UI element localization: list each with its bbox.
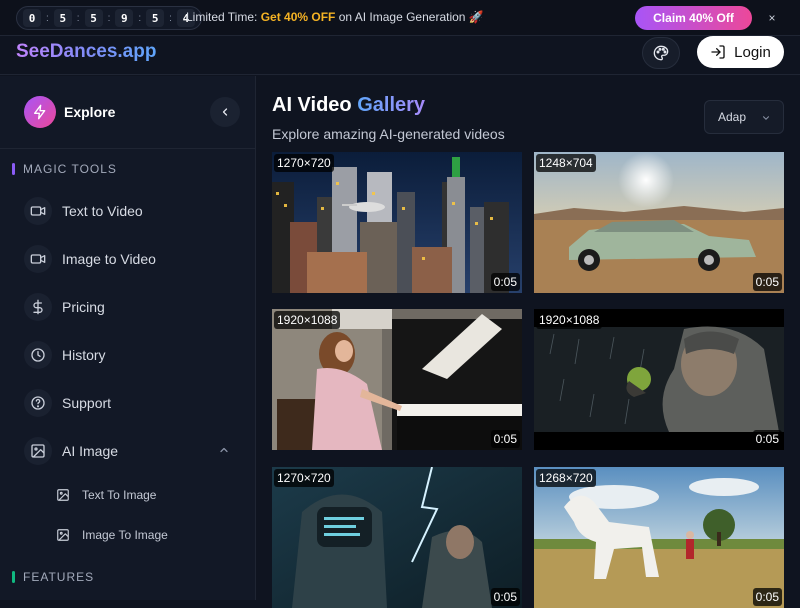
sidebar-subitem-label: Text To Image xyxy=(82,488,157,502)
resolution-badge: 1270×720 xyxy=(274,154,334,172)
promo-message: Limited Time: Get 40% OFF on AI Image Ge… xyxy=(186,10,484,24)
sidebar-divider xyxy=(0,148,256,149)
countdown-digit: 0 xyxy=(23,9,41,27)
sidebar-subitem-image-to-image[interactable]: Image To Image xyxy=(56,521,240,549)
sidebar-item-label: Support xyxy=(62,395,112,411)
duration-badge: 0:05 xyxy=(490,588,520,606)
explore-label: Explore xyxy=(64,104,116,120)
video-camera-icon xyxy=(24,245,52,273)
main-content: AI Video Gallery Explore amazing AI-gene… xyxy=(257,76,800,608)
sidebar-item-pricing[interactable]: Pricing xyxy=(24,289,240,325)
section-features: FEATURES xyxy=(12,570,94,584)
video-thumbnail xyxy=(534,467,784,608)
title-plain: AI Video xyxy=(272,94,358,116)
claim-offer-button[interactable]: Claim 40% Off xyxy=(635,6,752,30)
duration-badge: 0:05 xyxy=(752,588,782,606)
duration-badge: 0:05 xyxy=(490,430,520,448)
chevron-down-icon xyxy=(762,116,770,120)
sidebar-item-label: Text to Video xyxy=(62,203,143,219)
image-icon xyxy=(24,437,52,465)
duration-badge: 0:05 xyxy=(752,273,782,291)
countdown-separator: : xyxy=(107,12,111,24)
sidebar-item-support[interactable]: Support xyxy=(24,385,240,421)
section-accent-bar xyxy=(12,571,15,583)
login-icon xyxy=(711,45,725,59)
duration-badge: 0:05 xyxy=(490,273,520,291)
top-header: SeeDances.app Login xyxy=(0,36,800,75)
countdown-digit: 5 xyxy=(53,9,72,27)
chevron-up-icon xyxy=(220,447,228,453)
video-card[interactable]: 1920×1088 0:05 xyxy=(534,309,784,450)
login-label: Login xyxy=(734,43,771,61)
countdown-separator: : xyxy=(76,12,80,24)
countdown-timer: 0 : 5 : 5 : 9 : 5 : 4 xyxy=(16,6,202,30)
countdown-digit: 5 xyxy=(146,9,165,27)
sidebar-item-text-to-video[interactable]: Text to Video xyxy=(24,193,240,229)
video-thumbnail xyxy=(534,309,784,450)
sidebar-item-explore[interactable]: Explore xyxy=(24,96,115,128)
title-accent: Gallery xyxy=(357,94,426,116)
video-thumbnail xyxy=(534,152,784,293)
video-thumbnail xyxy=(272,152,522,293)
aspect-filter-select[interactable]: Adap xyxy=(704,100,784,134)
duration-badge: 0:05 xyxy=(752,430,782,448)
video-card[interactable]: 1270×720 0:05 xyxy=(272,152,522,293)
sidebar-item-label: AI Image xyxy=(62,443,119,459)
sidebar-item-image-to-video[interactable]: Image to Video xyxy=(24,241,240,277)
sidebar-item-label: Pricing xyxy=(62,299,105,315)
site-logo[interactable]: SeeDances.app xyxy=(16,41,156,63)
countdown-separator: : xyxy=(46,12,49,24)
countdown-separator: : xyxy=(169,12,172,24)
login-button[interactable]: Login xyxy=(697,36,784,68)
select-value: Adap xyxy=(718,110,747,124)
promo-highlight: Get 40% OFF xyxy=(260,10,336,24)
resolution-badge: 1920×1088 xyxy=(536,311,603,329)
video-card[interactable]: 1268×720 0:05 xyxy=(534,467,784,608)
section-magic-tools: MAGIC TOOLS xyxy=(12,162,117,176)
dollar-icon xyxy=(24,293,52,321)
countdown-digit: 9 xyxy=(115,9,134,27)
section-accent-bar xyxy=(12,163,15,175)
video-card[interactable]: 1248×704 0:05 xyxy=(534,152,784,293)
section-label: MAGIC TOOLS xyxy=(23,162,117,176)
resolution-badge: 1270×720 xyxy=(274,469,334,487)
video-camera-icon xyxy=(24,197,52,225)
video-thumbnail xyxy=(272,467,522,608)
video-card[interactable]: 1920×1088 0:05 xyxy=(272,309,522,450)
clock-icon xyxy=(24,341,52,369)
promo-prefix: Limited Time: xyxy=(186,10,261,24)
lightning-icon xyxy=(24,96,56,128)
resolution-badge: 1268×720 xyxy=(536,469,596,487)
palette-icon xyxy=(653,45,669,61)
image-icon xyxy=(57,529,69,541)
countdown-separator: : xyxy=(138,12,142,24)
resolution-badge: 1920×1088 xyxy=(274,311,341,329)
sidebar-subitem-text-to-image[interactable]: Text To Image xyxy=(56,481,240,509)
video-card[interactable]: 1270×720 0:05 xyxy=(272,467,522,608)
theme-palette-button[interactable] xyxy=(642,37,680,69)
page-subtitle: Explore amazing AI-generated videos xyxy=(272,126,505,142)
countdown-digit: 5 xyxy=(84,9,103,27)
sidebar-item-label: Image to Video xyxy=(62,251,156,267)
promo-suffix: on AI Image Generation 🚀 xyxy=(335,10,484,24)
video-thumbnail xyxy=(272,309,522,450)
image-icon xyxy=(57,489,69,501)
sidebar-subitem-label: Image To Image xyxy=(82,528,168,542)
help-circle-icon xyxy=(24,389,52,417)
sidebar: Explore MAGIC TOOLS Text to Video Image … xyxy=(0,76,256,600)
sidebar-item-label: History xyxy=(62,347,106,363)
close-icon[interactable]: × xyxy=(764,10,780,26)
sidebar-item-ai-image[interactable]: AI Image xyxy=(24,433,240,469)
sidebar-item-history[interactable]: History xyxy=(24,337,240,373)
resolution-badge: 1248×704 xyxy=(536,154,596,172)
page-title: AI Video Gallery xyxy=(272,94,425,117)
promo-bar: 0 : 5 : 5 : 9 : 5 : 4 Limited Time: Get … xyxy=(0,0,800,36)
section-label: FEATURES xyxy=(23,570,95,584)
collapse-sidebar-button[interactable] xyxy=(210,97,240,127)
chevron-left-icon xyxy=(222,108,228,116)
